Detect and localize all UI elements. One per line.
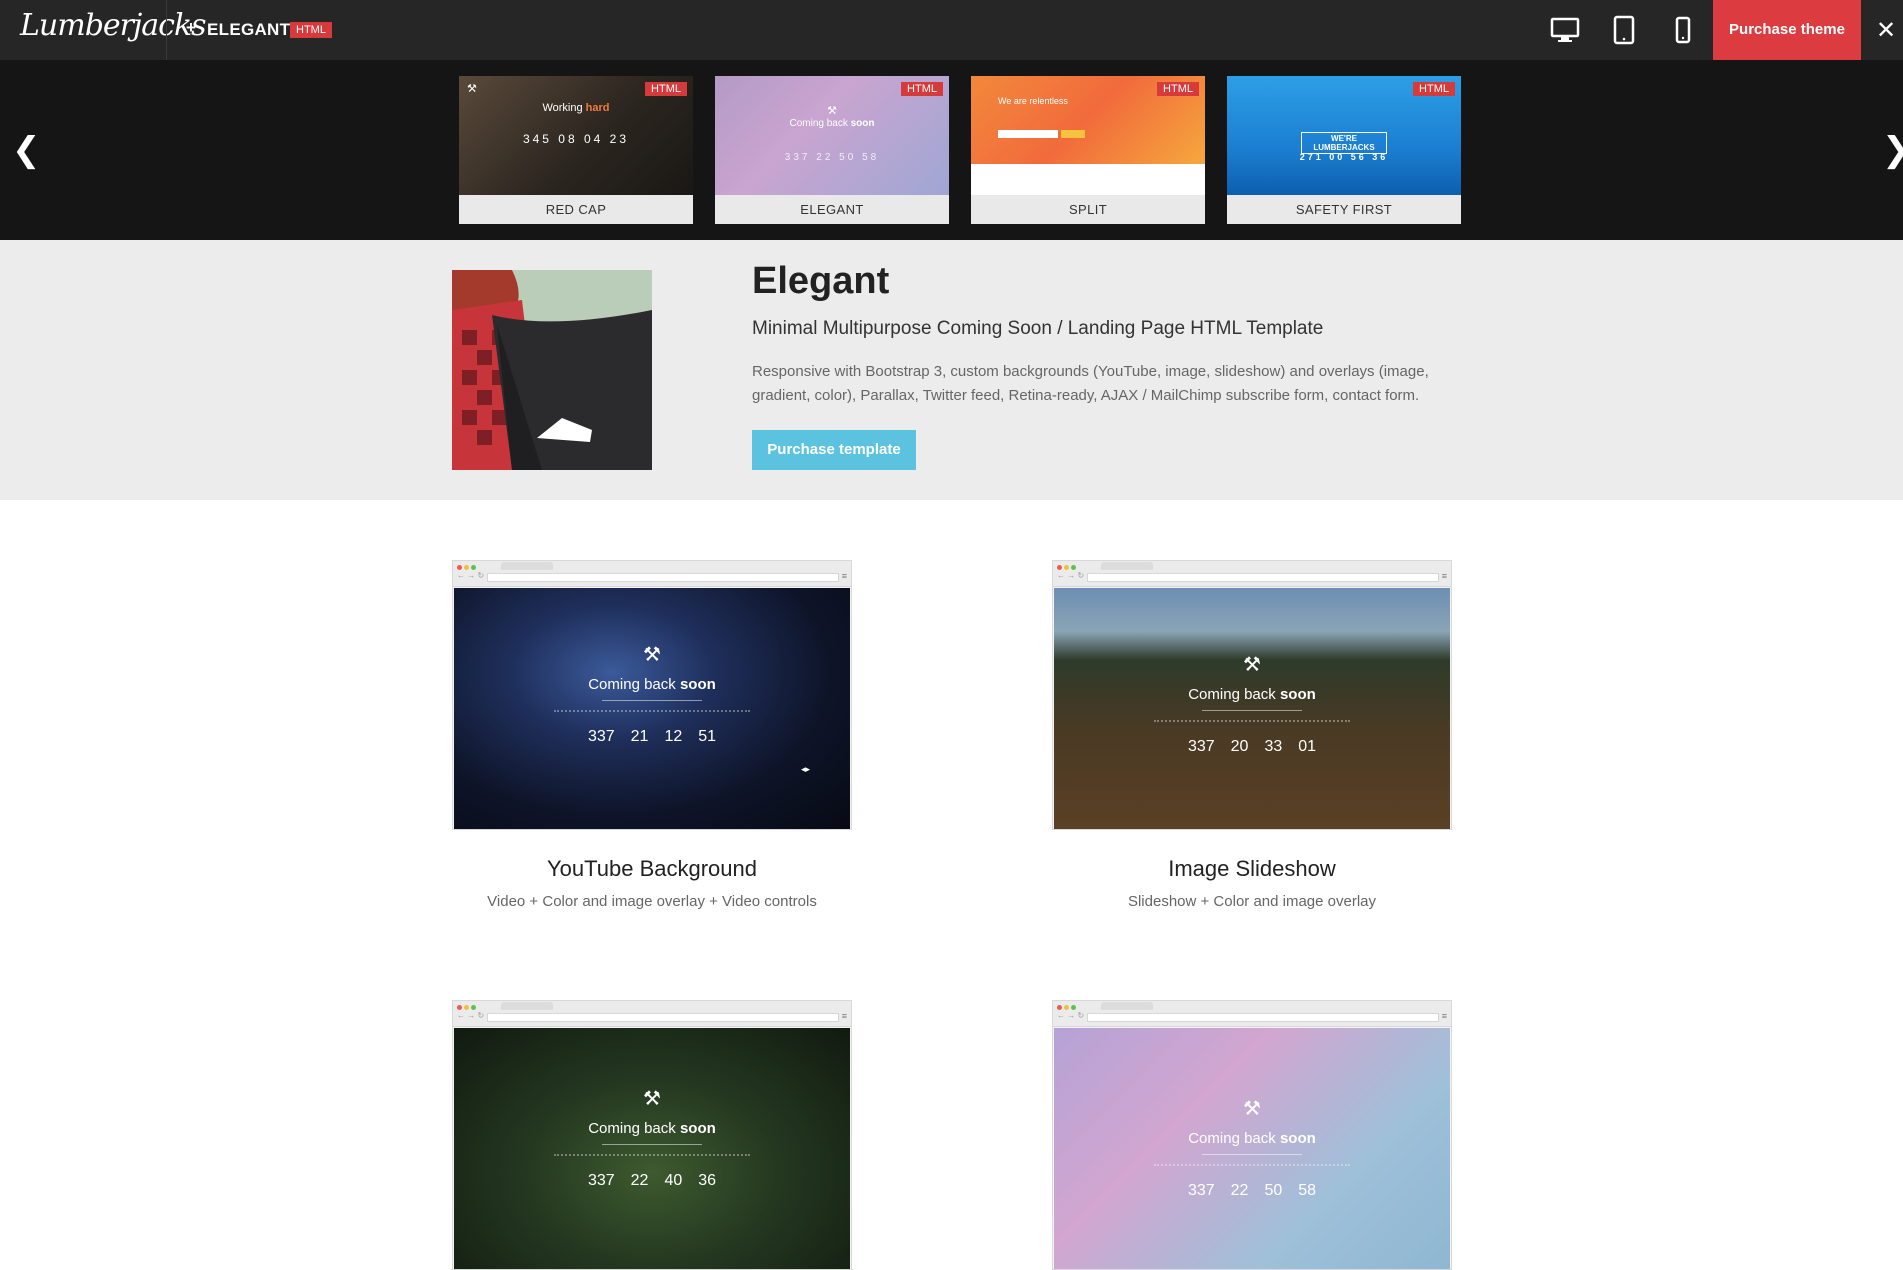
axes-logo-icon: ⚒ bbox=[643, 1088, 661, 1110]
html-badge: HTML bbox=[1157, 82, 1199, 96]
phone-icon[interactable] bbox=[1667, 14, 1699, 46]
carousel-item-red-cap[interactable]: ⚒ Working hard 345 08 04 23 HTML RED CAP bbox=[459, 76, 693, 224]
thumbnail-countdown: 345 08 04 23 bbox=[522, 132, 630, 146]
prev-arrow-icon[interactable]: ❮ bbox=[12, 130, 41, 170]
preview-title: Coming back soon bbox=[1188, 686, 1316, 703]
variant-title: Image Slideshow bbox=[1168, 856, 1336, 881]
browser-mockup: ← → ↻ ≡ ⚒ Coming back soon 337 21 12 51 ◂▸ bbox=[452, 560, 852, 830]
theme-name: ELEGANT bbox=[207, 20, 291, 39]
email-field bbox=[998, 130, 1058, 138]
thumbnail-countdown: 337 22 50 58 bbox=[784, 152, 880, 163]
url-bar bbox=[1087, 1013, 1439, 1022]
carousel-item-safety-first[interactable]: WE'RE LUMBERJACKS 271 00 56 36 HTML SAFE… bbox=[1227, 76, 1461, 224]
carousel-item-split[interactable]: We are relentless HTML SPLIT bbox=[971, 76, 1205, 224]
thumbnail-title: We are relentless bbox=[998, 96, 1068, 106]
purchase-theme-button[interactable]: Purchase theme bbox=[1713, 0, 1861, 60]
html-badge: HTML bbox=[290, 22, 332, 38]
preview-countdown: 337 22 50 58 bbox=[1187, 1182, 1317, 1199]
thumbnail-title: Working hard bbox=[542, 102, 610, 114]
subscribe-button bbox=[1061, 130, 1085, 138]
preview-title: Coming back soon bbox=[1188, 1130, 1316, 1147]
carousel-item-label: SPLIT bbox=[971, 195, 1205, 224]
thumbnail-countdown: 271 00 56 36 bbox=[1299, 152, 1389, 162]
plus-icon: + bbox=[186, 18, 196, 37]
preview-title: Coming back soon bbox=[588, 676, 716, 693]
variant-title: YouTube Background bbox=[547, 856, 757, 881]
carousel-item-label: SAFETY FIRST bbox=[1227, 195, 1461, 224]
menu-icon: ≡ bbox=[841, 571, 847, 581]
preview-screen: ⚒ Coming back soon 337 22 40 36 bbox=[454, 1028, 850, 1269]
browser-chrome: ← → ↻ ≡ bbox=[1053, 1001, 1451, 1027]
browser-mockup: ← → ↻ ≡ ⚒ Coming back soon 337 22 40 36 bbox=[452, 1000, 852, 1270]
axes-logo-icon: ⚒ bbox=[1243, 654, 1261, 676]
browser-nav-icon: ← → ↻ bbox=[457, 1011, 485, 1020]
menu-icon: ≡ bbox=[1441, 571, 1447, 581]
axes-logo-icon: ⚒ bbox=[1243, 1098, 1261, 1120]
close-icon[interactable]: ✕ bbox=[1876, 16, 1896, 45]
browser-mockup: ← → ↻ ≡ ⚒ Coming back soon 337 22 50 58 bbox=[1052, 1000, 1452, 1270]
browser-chrome: ← → ↻ ≡ bbox=[453, 561, 851, 587]
url-bar bbox=[487, 1013, 839, 1022]
html-badge: HTML bbox=[901, 82, 943, 96]
desktop-icon[interactable] bbox=[1549, 14, 1581, 46]
browser-nav-icon: ← → ↻ bbox=[1057, 1011, 1085, 1020]
thumbnail-title: WE'RE LUMBERJACKS bbox=[1301, 132, 1387, 154]
browser-mockup: ← → ↻ ≡ ⚒ Coming back soon 337 20 33 01 bbox=[1052, 560, 1452, 830]
preview-screen: ⚒ Coming back soon 337 20 33 01 bbox=[1054, 588, 1450, 829]
theme-carousel: ❮ ❯ ⚒ Working hard 345 08 04 23 HTML RED… bbox=[0, 60, 1903, 240]
variant-subtitle: Slideshow + Color and image overlay bbox=[1127, 893, 1377, 910]
preview-screen: ⚒ Coming back soon 337 22 50 58 bbox=[1054, 1028, 1450, 1269]
url-bar bbox=[487, 573, 839, 582]
tablet-icon[interactable] bbox=[1608, 14, 1640, 46]
lumberjack-avatar bbox=[452, 270, 652, 470]
divider bbox=[166, 0, 167, 60]
browser-chrome: ← → ↻ ≡ bbox=[1053, 561, 1451, 587]
site-logo[interactable]: Lumberjacks bbox=[20, 8, 207, 43]
next-arrow-icon[interactable]: ❯ bbox=[1882, 130, 1903, 170]
axes-logo-icon: ⚒ bbox=[467, 83, 477, 95]
browser-chrome: ← → ↻ ≡ bbox=[453, 1001, 851, 1027]
page-title: Elegant bbox=[752, 260, 890, 302]
html-badge: HTML bbox=[645, 82, 687, 96]
menu-icon: ≡ bbox=[841, 1011, 847, 1021]
variant-subtitle: Video + Color and image overlay + Video … bbox=[487, 893, 817, 910]
browser-nav-icon: ← → ↻ bbox=[1057, 571, 1085, 580]
axes-logo-icon: ⚒ bbox=[827, 105, 837, 117]
thumbnail-title: Coming back soon bbox=[789, 118, 875, 129]
page-description: Responsive with Bootstrap 3, custom back… bbox=[752, 363, 1429, 404]
browser-nav-icon: ← → ↻ bbox=[457, 571, 485, 580]
menu-icon: ≡ bbox=[1441, 1011, 1447, 1021]
preview-screen: ⚒ Coming back soon 337 21 12 51 ◂▸ bbox=[454, 588, 850, 829]
preview-countdown: 337 20 33 01 bbox=[1187, 738, 1317, 755]
carousel-item-label: RED CAP bbox=[459, 195, 693, 224]
url-bar bbox=[1087, 573, 1439, 582]
top-bar: Lumberjacks + ELEGANT HTML Purchase them… bbox=[0, 0, 1903, 60]
page-subtitle: Minimal Multipurpose Coming Soon / Landi… bbox=[752, 318, 1324, 339]
video-controls-icon: ◂▸ bbox=[800, 764, 810, 774]
features-strip bbox=[971, 164, 1205, 195]
preview-title: Coming back soon bbox=[588, 1120, 716, 1137]
carousel-item-elegant[interactable]: ⚒ Coming back soon 337 22 50 58 HTML ELE… bbox=[715, 76, 949, 224]
html-badge: HTML bbox=[1413, 82, 1455, 96]
axes-logo-icon: ⚒ bbox=[643, 644, 661, 666]
preview-countdown: 337 21 12 51 bbox=[587, 728, 717, 745]
preview-countdown: 337 22 40 36 bbox=[587, 1172, 717, 1189]
carousel-item-label: ELEGANT bbox=[715, 195, 949, 224]
purchase-template-button[interactable]: Purchase template bbox=[752, 430, 916, 470]
